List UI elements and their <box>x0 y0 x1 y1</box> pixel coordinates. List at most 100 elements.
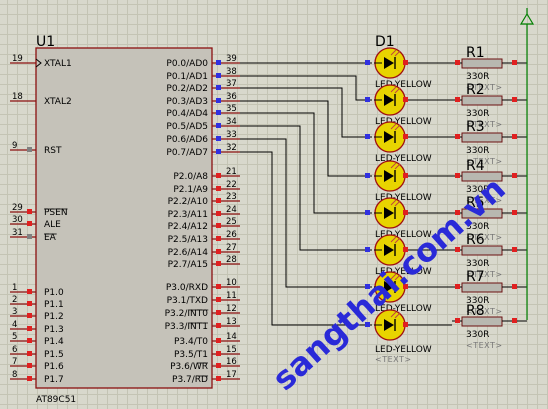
led-reference: D1 <box>375 34 395 50</box>
pin-number: 3 <box>12 307 17 317</box>
pin-state-marker <box>403 173 408 178</box>
pin-state-marker <box>216 198 221 203</box>
pin-name-label: P1.5 <box>44 350 64 360</box>
pin-state-marker <box>216 249 221 254</box>
pin-number: 25 <box>226 217 237 227</box>
pin-state-marker <box>512 134 517 139</box>
pin-name-label: P0.0/AD0 <box>166 59 208 69</box>
pin-name-label: P0.5/AD5 <box>166 122 208 132</box>
pin-name-label: P3.4/T0 <box>174 337 208 347</box>
pin-state-marker <box>216 376 221 381</box>
pin-number: 33 <box>226 130 237 140</box>
led-yellow[interactable]: LED-YELLOW <box>365 121 452 164</box>
resistor-reference: R4 <box>466 158 485 174</box>
pin-state-marker <box>216 110 221 115</box>
pin-state-marker <box>27 234 32 239</box>
pin-number: 35 <box>226 104 237 114</box>
pin-state-marker <box>512 247 517 252</box>
pin-name-label: P1.1 <box>44 300 64 310</box>
pin-state-marker <box>403 134 408 139</box>
pin-state-marker <box>27 147 32 152</box>
power-terminal-icon <box>519 12 535 25</box>
pin-state-marker <box>216 186 221 191</box>
pin-name-label: P3.0/RXD <box>166 283 208 293</box>
pin-state-marker <box>216 323 221 328</box>
pin-number: 28 <box>226 255 237 265</box>
resistor[interactable]: R1330R<TEXT> <box>452 45 527 92</box>
pin-state-marker <box>512 284 517 289</box>
pin-number: 14 <box>226 332 237 342</box>
resistor-reference: R3 <box>466 119 485 135</box>
pin-name-label: P2.1/A9 <box>173 185 208 195</box>
resistor-reference: R2 <box>466 82 485 98</box>
pin-state-marker <box>403 210 408 215</box>
pin-number: 18 <box>12 92 23 102</box>
pin-number: 31 <box>12 228 23 238</box>
pin-number: 4 <box>12 320 17 330</box>
pin-name-label: P2.6/A14 <box>168 248 209 258</box>
port0-wires <box>240 62 372 326</box>
resistor-text-placeholder: <TEXT> <box>466 341 503 350</box>
pin-number: 17 <box>226 370 237 380</box>
chip-reference: U1 <box>36 34 55 50</box>
pin-state-marker <box>455 97 460 102</box>
pin-state-marker <box>216 73 221 78</box>
pin-state-marker <box>216 98 221 103</box>
pin-state-marker <box>403 97 408 102</box>
pin-state-marker <box>365 134 370 139</box>
pin-state-marker <box>455 318 460 323</box>
pin-name-label: P0.6/AD6 <box>166 135 208 145</box>
pin-name-label: P2.5/A13 <box>168 235 208 245</box>
pin-number: 23 <box>226 192 237 202</box>
pin-name-label: P1.2 <box>44 312 64 322</box>
pin-state-marker <box>216 85 221 90</box>
resistor-value: 330R <box>466 109 489 119</box>
pin-state-marker <box>512 318 517 323</box>
microcontroller-u1[interactable]: U1 AT89C51 19 XTAL118 XTAL29 RST29 PSEN30 ALE… <box>10 34 240 405</box>
pin-name-label: P1.6 <box>44 362 64 372</box>
pin-name-label: P1.3 <box>44 325 64 335</box>
pin-state-marker <box>512 210 517 215</box>
pin-name-label: XTAL2 <box>44 97 72 107</box>
pin-name-label: P2.2/A10 <box>168 197 209 207</box>
pin-name-label: P3.1/TXD <box>167 296 208 306</box>
schematic-canvas[interactable]: U1 AT89C51 19 XTAL118 XTAL29 RST29 PSEN30 ALE… <box>0 0 548 409</box>
resistor-value: 330R <box>466 259 489 269</box>
pin-state-marker <box>216 363 221 368</box>
pin-number: 6 <box>12 345 17 355</box>
pin-state-marker <box>27 209 32 214</box>
pin-name-label: P1.0 <box>44 288 64 298</box>
pin-state-marker <box>365 60 370 65</box>
pin-number: 36 <box>226 92 237 102</box>
pin-state-marker <box>455 284 460 289</box>
pin-state-marker <box>216 211 221 216</box>
led-yellow[interactable]: LED-YELLOW <box>365 160 452 203</box>
pin-number: 30 <box>12 215 23 225</box>
resistor-reference: R8 <box>466 303 485 319</box>
pin-state-marker <box>216 338 221 343</box>
led-yellow[interactable]: LED-YELLOW <box>365 84 452 127</box>
pin-number: 39 <box>226 54 237 64</box>
pin-state-marker <box>403 60 408 65</box>
pin-state-marker <box>216 136 221 141</box>
pin-number: 8 <box>12 370 17 380</box>
pin-state-marker <box>365 173 370 178</box>
vcc-rail[interactable] <box>519 8 535 320</box>
pin-number: 32 <box>226 143 237 153</box>
pin-state-marker <box>216 351 221 356</box>
pin-state-marker <box>216 310 221 315</box>
pin-name-label: P0.4/AD4 <box>166 109 208 119</box>
pin-name-label: ALE <box>44 220 61 230</box>
pin-state-marker <box>216 223 221 228</box>
port0-wire <box>240 125 372 251</box>
pin-name-label: RST <box>44 146 62 156</box>
pin-state-marker <box>512 60 517 65</box>
pin-number: 27 <box>226 243 237 253</box>
pin-name-label: P0.3/AD3 <box>166 97 208 107</box>
pin-number: 13 <box>226 317 237 327</box>
led-yellow[interactable]: LED-YELLOW <box>365 47 452 90</box>
pin-state-marker <box>216 149 221 154</box>
pin-name-label: P0.7/AD7 <box>166 148 208 158</box>
led-text-placeholder: <TEXT> <box>375 355 412 364</box>
pin-number: 26 <box>226 230 237 240</box>
